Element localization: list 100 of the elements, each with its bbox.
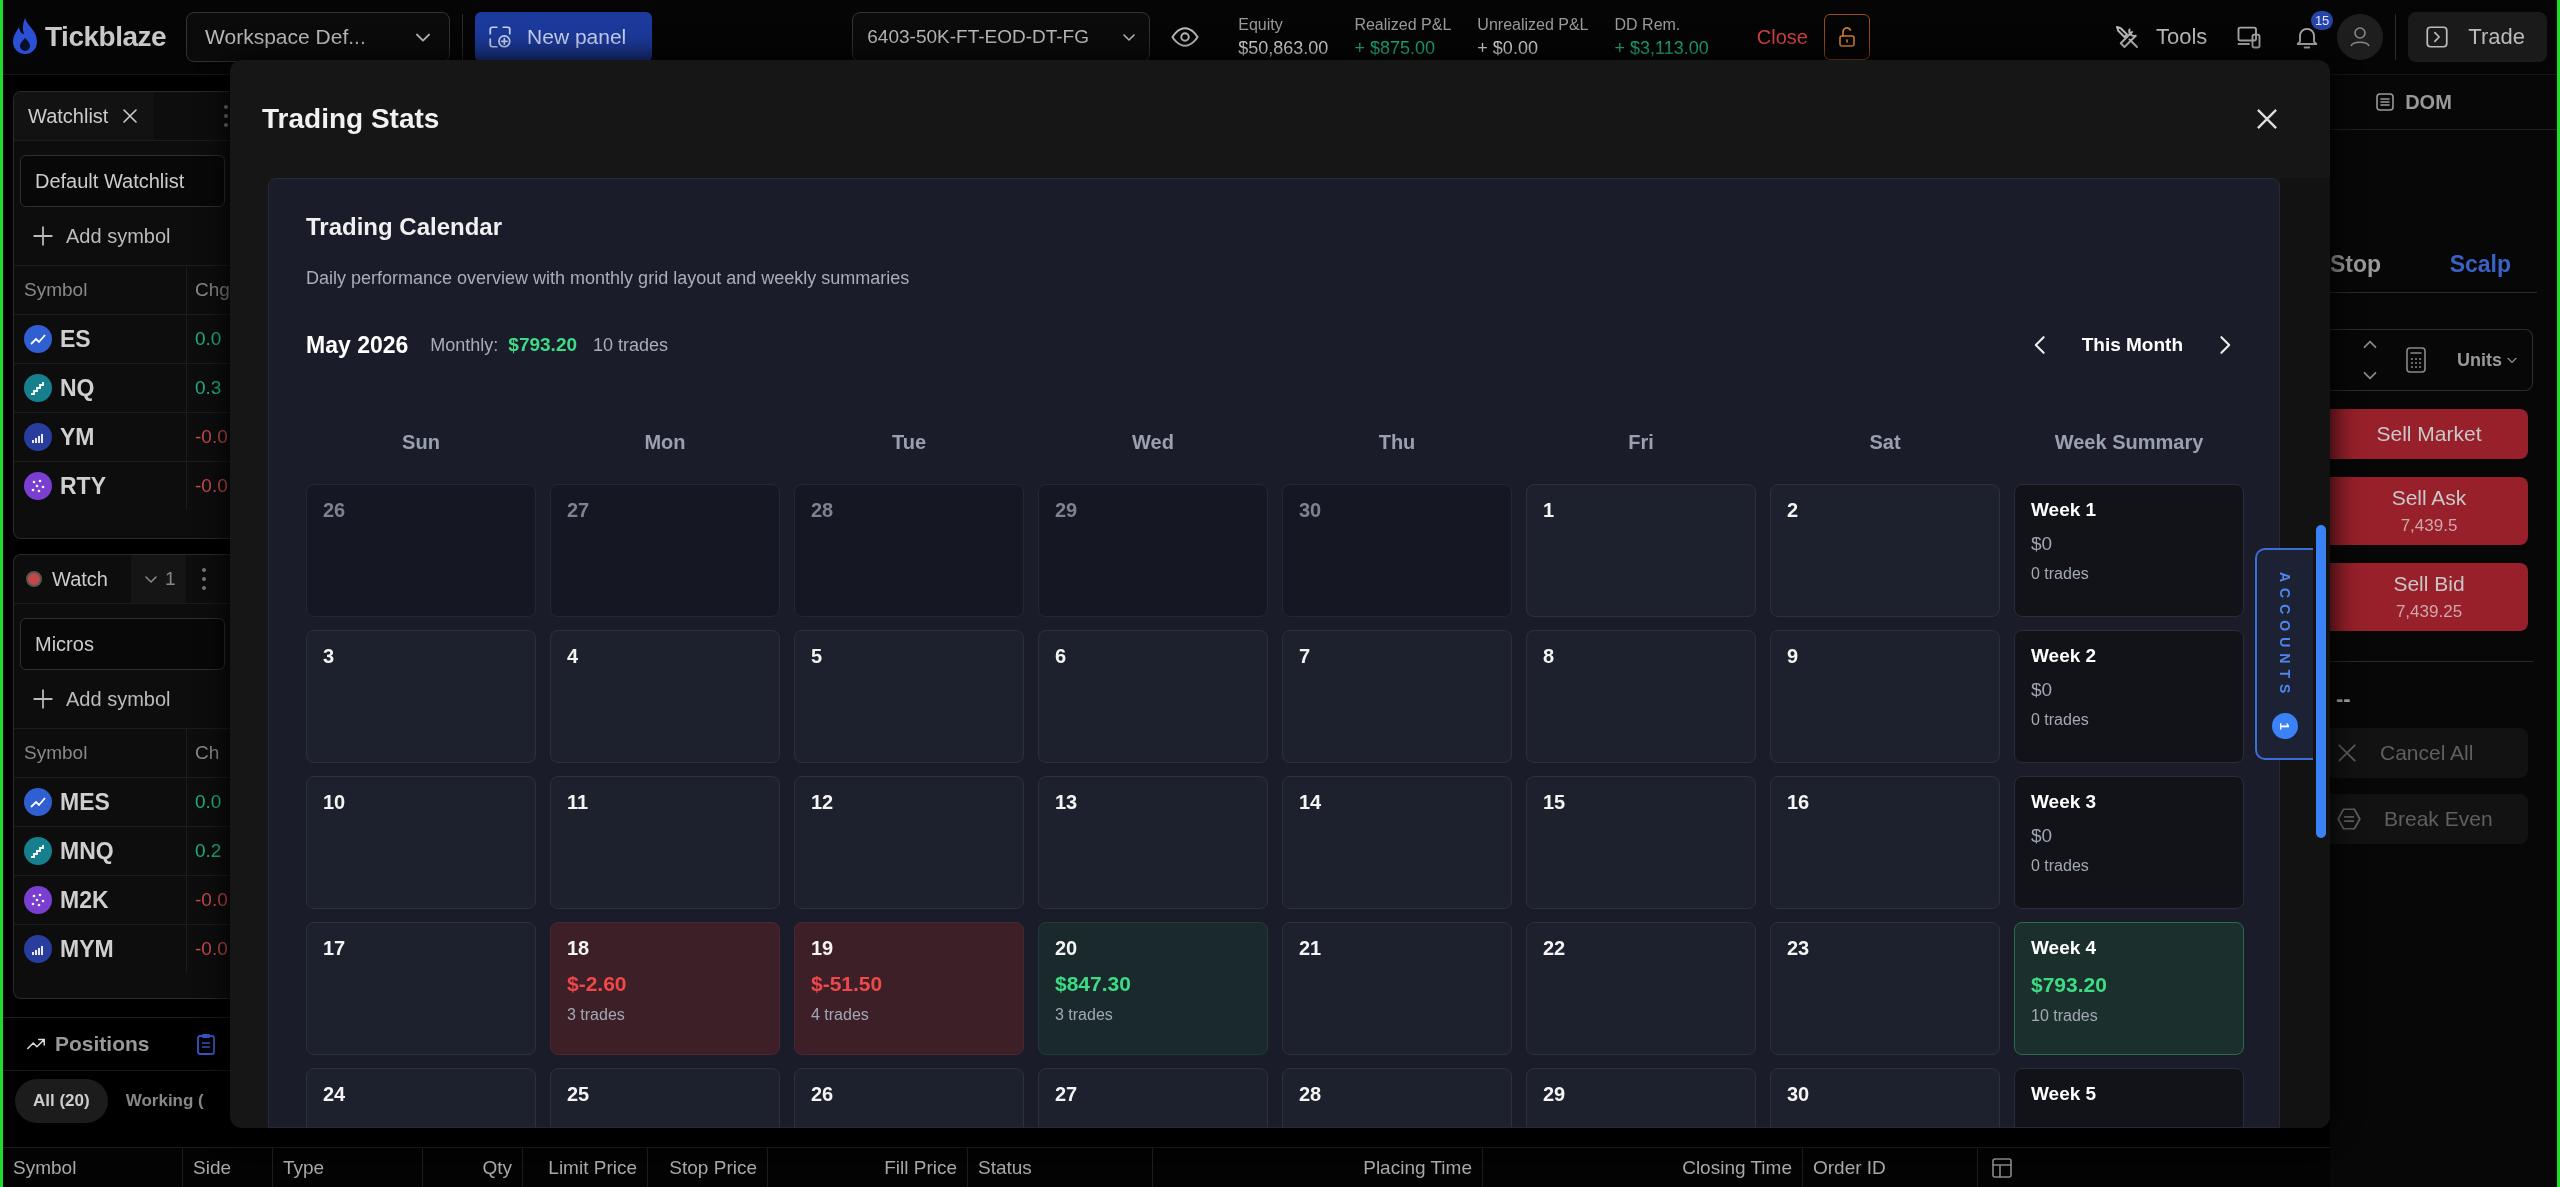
calculator-icon[interactable] (2405, 346, 2427, 374)
day-number: 21 (1299, 937, 1322, 960)
close-icon[interactable] (2254, 106, 2280, 132)
symbol-name[interactable]: ES (60, 325, 91, 353)
stat-label: Unrealized P&L (1477, 15, 1589, 34)
trade-count: 0 trades (2031, 565, 2089, 583)
trade-button[interactable]: Trade (2408, 12, 2547, 62)
sell-button[interactable]: Sell Market (2330, 409, 2528, 459)
panel-toggle-icon (2424, 24, 2451, 50)
filter-tab[interactable]: All (20) (15, 1079, 108, 1123)
weekday-label: Sun (401, 431, 441, 455)
column-header: Closing Time (1483, 1148, 1803, 1187)
column-header: Symbol (23, 742, 89, 764)
stat-value: + $3,113.00 (1614, 37, 1709, 59)
weekday-label: Wed (1131, 431, 1175, 455)
day-number: 28 (1299, 1083, 1322, 1106)
position-value: -- (2336, 686, 2352, 712)
watchlist-dropdown[interactable]: Default Watchlist (20, 155, 225, 207)
day-number: 29 (1543, 1083, 1566, 1106)
status-dot-icon (26, 571, 42, 587)
add-symbol-button[interactable]: Add symbol (14, 670, 177, 728)
scrollbar-thumb[interactable] (2316, 525, 2326, 838)
column-header: Placing Time (1153, 1148, 1483, 1187)
units-dropdown[interactable]: Units (2451, 348, 2526, 372)
day-number: 29 (1055, 499, 1078, 522)
pnl-value: $793.20 (2031, 973, 2107, 997)
day-number: 8 (1543, 645, 1555, 668)
watchlist-tab[interactable]: Watchlist (14, 92, 155, 140)
column-header: Order ID (1803, 1148, 1978, 1187)
day-number: 9 (1787, 645, 1799, 668)
day-number: 2 (1787, 499, 1799, 522)
add-symbol-button[interactable]: Add symbol (14, 207, 177, 265)
week-label: Week 2 (2031, 645, 2097, 667)
trade-count: 0 trades (2031, 857, 2089, 875)
symbol-name[interactable]: MES (60, 788, 110, 816)
workspace-dropdown[interactable]: Workspace Def... (186, 12, 451, 62)
pnl-value: $0 (2031, 825, 2053, 847)
day-number: 30 (1299, 499, 1322, 522)
month-label: May 2026 (306, 331, 409, 359)
quantity-field[interactable]: Units (2330, 329, 2533, 391)
stat-value: + $875.00 (1354, 37, 1436, 59)
day-number: 13 (1055, 791, 1078, 814)
stat-label: Realized P&L (1354, 15, 1452, 34)
trade-count: 4 trades (811, 1006, 869, 1024)
column-header: Limit Price (523, 1148, 648, 1187)
day-number: 17 (323, 937, 346, 960)
symbol-name[interactable]: MNQ (60, 837, 114, 865)
day-number: 22 (1543, 937, 1566, 960)
weekday-label: Thu (1377, 431, 1417, 455)
day-number: 7 (1299, 645, 1311, 668)
layout-icon[interactable] (1990, 1156, 2014, 1180)
symbol-name[interactable]: NQ (60, 374, 95, 402)
filter-tab[interactable]: Working ( (125, 1081, 204, 1121)
accounts-tab[interactable]: ACCOUNTS 1 (2255, 548, 2313, 760)
avatar-icon[interactable] (2337, 14, 2384, 60)
day-number: 12 (811, 791, 834, 814)
pnl-value: $-2.60 (567, 972, 627, 996)
equals-hexagon-icon (2336, 806, 2362, 832)
stat-label: Equity (1238, 15, 1284, 34)
period-button[interactable]: This Month (2081, 334, 2183, 356)
sell-button[interactable]: Sell Ask 7,439.5 (2330, 477, 2528, 545)
symbol-name[interactable]: RTY (60, 472, 106, 500)
day-number: 11 (567, 791, 589, 814)
more-vertical-icon[interactable] (199, 566, 208, 592)
tools-button[interactable]: Tools (2112, 22, 2208, 52)
new-panel-button[interactable]: New panel (475, 12, 653, 62)
column-header: Stop Price (648, 1148, 768, 1187)
column-heading: Week Summary (2053, 431, 2205, 455)
trade-count: 0 trades (2031, 711, 2089, 729)
column-header: Symbol (3, 1148, 183, 1187)
day-number: 26 (811, 1083, 834, 1106)
weekday-label: Sat (1868, 431, 1902, 455)
order-type-tab[interactable]: Scalp (2449, 250, 2511, 278)
symbol-name[interactable]: MYM (60, 935, 114, 963)
day-number: 16 (1787, 791, 1810, 814)
pnl-value: $0 (2031, 679, 2053, 701)
weekday-label: Tue (890, 431, 928, 455)
order-type-tab[interactable]: Stop (2330, 250, 2382, 278)
account-dropdown[interactable]: 6403-50K-FT-EOD-DT-FG (852, 12, 1151, 62)
symbol-name[interactable]: M2K (60, 886, 109, 914)
plus-icon (32, 688, 54, 710)
symbol-name[interactable]: YM (60, 423, 95, 451)
day-number: 3 (323, 645, 335, 668)
count-badge: 1 (2272, 713, 2298, 740)
close-button[interactable]: Close (1756, 25, 1808, 49)
column-header: Side (183, 1148, 273, 1187)
day-number: 15 (1543, 791, 1566, 814)
day-number: 27 (1055, 1083, 1078, 1106)
monthly-trades: 10 trades (593, 334, 669, 356)
group-selector[interactable]: 1 (131, 555, 186, 603)
trade-count: 10 trades (2031, 1007, 2098, 1025)
day-number: 23 (1787, 937, 1810, 960)
watchlist-dropdown[interactable]: Micros (20, 618, 225, 670)
monthly-label: Monthly: (430, 334, 499, 356)
sell-button[interactable]: Sell Bid 7,439.25 (2330, 563, 2528, 631)
day-number: 6 (1055, 645, 1067, 668)
day-number: 14 (1299, 791, 1322, 814)
dialog-title: Trading Stats (262, 103, 440, 135)
stat-value: $50,863.00 (1238, 37, 1329, 59)
clipboard-icon[interactable] (196, 1032, 216, 1056)
